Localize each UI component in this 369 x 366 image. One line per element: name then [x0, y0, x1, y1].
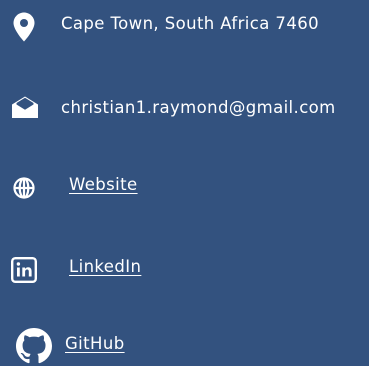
contact-item-github: GitHub: [0, 326, 369, 366]
contact-item-linkedin: LinkedIn: [0, 250, 369, 290]
globe-icon: [13, 177, 35, 199]
github-link[interactable]: GitHub: [65, 334, 125, 354]
location-pin-icon: [13, 12, 35, 42]
github-icon: [16, 328, 52, 364]
envelope-open-icon: [11, 95, 39, 119]
linkedin-icon: [11, 257, 37, 283]
email-text: christian1.raymond@gmail.com: [61, 98, 336, 117]
website-link[interactable]: Website: [69, 175, 138, 195]
contact-item-email: christian1.raymond@gmail.com: [0, 88, 369, 128]
contact-item-address: Cape Town, South Africa 7460: [0, 4, 369, 44]
contact-item-website: Website: [0, 168, 369, 208]
linkedin-link[interactable]: LinkedIn: [69, 257, 141, 277]
address-text: Cape Town, South Africa 7460: [61, 14, 320, 33]
